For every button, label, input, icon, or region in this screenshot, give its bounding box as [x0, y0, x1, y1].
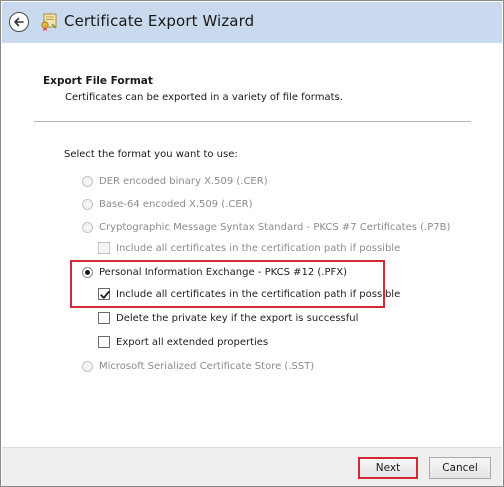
checkbox-pfx-include-all[interactable]: Include all certificates in the certific… [98, 286, 400, 302]
wizard-window: Certificate Export Wizard Export File Fo… [0, 0, 504, 487]
checkbox[interactable] [98, 336, 110, 348]
checkbox-delete-private-key[interactable]: Delete the private key if the export is … [98, 310, 358, 326]
radio-pkcs7-label: Cryptographic Message Syntax Standard - … [99, 221, 451, 233]
checkbox-pfx-include-all-label: Include all certificates in the certific… [116, 288, 401, 300]
radio-sst-label: Microsoft Serialized Certificate Store (… [99, 360, 315, 372]
radio-pfx[interactable]: Personal Information Exchange - PKCS #12… [82, 264, 347, 280]
back-button[interactable] [9, 12, 29, 32]
radio-button[interactable] [82, 198, 93, 210]
radio-button[interactable] [82, 266, 93, 278]
page-title: Export File Format [43, 75, 153, 87]
radio-der[interactable]: DER encoded binary X.509 (.CER) [82, 173, 268, 189]
title-bar: Certificate Export Wizard [2, 2, 502, 43]
cancel-button[interactable]: Cancel [429, 457, 491, 479]
page-description: Certificates can be exported in a variet… [65, 92, 343, 103]
checkbox-export-extended[interactable]: Export all extended properties [98, 334, 268, 350]
next-button[interactable]: Next [358, 457, 418, 479]
radio-button[interactable] [82, 360, 93, 372]
checkbox[interactable] [98, 312, 110, 324]
radio-base64-label: Base-64 encoded X.509 (.CER) [99, 198, 253, 210]
radio-button[interactable] [82, 221, 93, 233]
radio-base64[interactable]: Base-64 encoded X.509 (.CER) [82, 196, 253, 212]
format-prompt: Select the format you want to use: [64, 149, 238, 160]
radio-pfx-label: Personal Information Exchange - PKCS #12… [99, 266, 348, 278]
back-arrow-icon [14, 17, 24, 27]
radio-sst[interactable]: Microsoft Serialized Certificate Store (… [82, 358, 314, 374]
header-divider [34, 121, 471, 122]
checkbox-delete-private-key-label: Delete the private key if the export is … [116, 312, 359, 324]
checkbox[interactable] [98, 242, 110, 254]
radio-button[interactable] [82, 175, 93, 187]
radio-der-label: DER encoded binary X.509 (.CER) [99, 175, 268, 187]
window-title: Certificate Export Wizard [64, 12, 255, 30]
checkbox-pkcs7-include-all-label: Include all certificates in the certific… [116, 242, 401, 254]
checkbox[interactable] [98, 288, 110, 300]
button-bar [2, 447, 502, 486]
certificate-icon [41, 13, 57, 31]
checkbox-export-extended-label: Export all extended properties [116, 336, 269, 348]
checkmark-icon [100, 290, 110, 299]
checkbox-pkcs7-include-all[interactable]: Include all certificates in the certific… [98, 240, 400, 256]
radio-pkcs7[interactable]: Cryptographic Message Syntax Standard - … [82, 219, 450, 235]
